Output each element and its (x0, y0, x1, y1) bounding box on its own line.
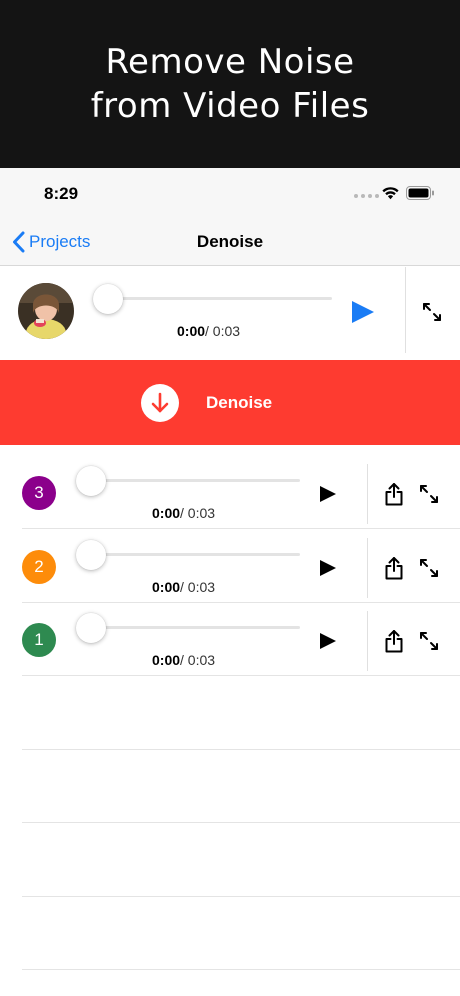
arrow-down-icon (141, 384, 179, 422)
row-divider (367, 611, 368, 671)
empty-row-separator (22, 749, 460, 750)
share-icon[interactable] (384, 629, 404, 653)
expand-icon[interactable] (419, 631, 439, 651)
row-divider (367, 538, 368, 598)
result-duration: / 0:03 (180, 505, 216, 521)
empty-row-separator (22, 969, 460, 970)
result-duration: / 0:03 (180, 579, 216, 595)
expand-icon[interactable] (419, 484, 439, 504)
empty-row-separator (22, 822, 460, 823)
denoise-label: Denoise (206, 393, 273, 412)
video-thumbnail[interactable] (18, 283, 74, 339)
result-number-badge: 1 (22, 623, 56, 657)
denoise-button[interactable]: Denoise (0, 360, 460, 445)
page-title: Denoise (196, 232, 264, 251)
result-duration: / 0:03 (180, 652, 216, 668)
share-icon[interactable] (384, 482, 404, 506)
result-time-label: 0:00/ 0:03 (152, 505, 215, 521)
result-row: 2 0:00/ 0:03 (0, 530, 460, 603)
result-current-time: 0:00 (152, 579, 181, 595)
result-current-time: 0:00 (152, 505, 181, 521)
result-progress-track[interactable] (92, 479, 300, 482)
source-divider (405, 267, 406, 353)
play-icon[interactable] (319, 485, 337, 503)
play-icon[interactable] (319, 632, 337, 650)
source-progress-knob[interactable] (93, 284, 123, 314)
play-icon[interactable] (319, 559, 337, 577)
result-time-label: 0:00/ 0:03 (152, 579, 215, 595)
result-row: 3 0:00/ 0:03 (0, 456, 460, 529)
wifi-icon (382, 187, 399, 200)
result-progress-knob[interactable] (76, 540, 106, 570)
result-progress-track[interactable] (92, 626, 300, 629)
banner-title-line-2: from Video Files (90, 86, 370, 126)
row-separator (22, 528, 460, 529)
result-row: 1 0:00/ 0:03 (0, 603, 460, 676)
banner-title-line-1: Remove Noise (105, 42, 355, 82)
source-time-label: 0:00/ 0:03 (177, 323, 240, 339)
result-number-badge: 2 (22, 550, 56, 584)
source-progress-track[interactable] (100, 297, 332, 300)
battery-icon (406, 186, 434, 200)
expand-icon[interactable] (419, 558, 439, 578)
result-progress-knob[interactable] (76, 613, 106, 643)
source-duration: / 0:03 (205, 323, 241, 339)
result-progress-knob[interactable] (76, 466, 106, 496)
row-separator (22, 675, 460, 676)
play-icon[interactable] (351, 300, 375, 324)
status-time: 8:29 (44, 184, 79, 203)
promo-banner: Remove Noise from Video Files (0, 0, 460, 168)
result-progress-track[interactable] (92, 553, 300, 556)
result-current-time: 0:00 (152, 652, 181, 668)
expand-icon[interactable] (422, 302, 442, 322)
result-number-badge: 3 (22, 476, 56, 510)
signal-icon (354, 194, 379, 198)
share-icon[interactable] (384, 556, 404, 580)
status-bar: 8:29 (0, 168, 460, 218)
source-video-player: 0:00/ 0:03 (0, 267, 460, 359)
empty-row-separator (22, 896, 460, 897)
row-divider (367, 464, 368, 524)
source-current-time: 0:00 (177, 323, 206, 339)
result-time-label: 0:00/ 0:03 (152, 652, 215, 668)
navigation-bar: Projects Denoise (0, 218, 460, 266)
